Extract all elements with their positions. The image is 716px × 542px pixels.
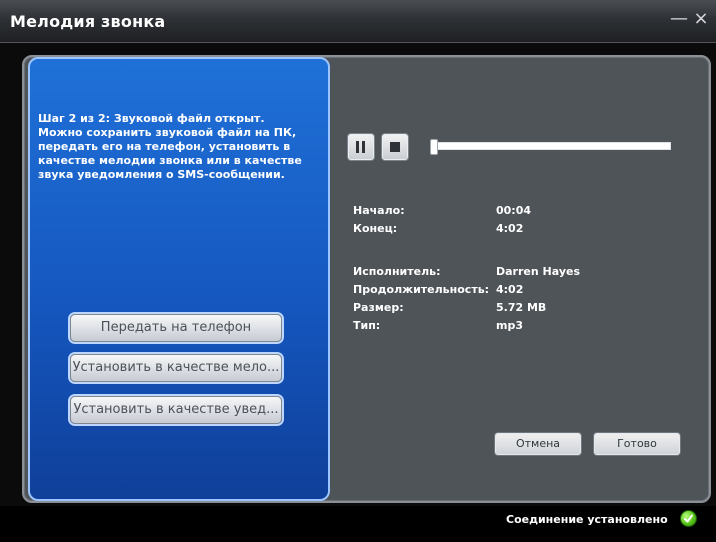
close-icon[interactable]: × [688,10,714,30]
player-controls [347,133,687,161]
size-value: 5.72 MB [496,301,547,314]
start-row: Начало: 00:04 [353,204,673,222]
cancel-button[interactable]: Отмена [494,432,582,456]
window-title: Мелодия звонка [10,12,166,31]
ringtone-window: Мелодия звонка — × Шаг 2 из 2: Звуковой … [0,0,716,542]
pause-button[interactable] [347,133,375,161]
stop-button[interactable] [381,133,409,161]
start-label: Начало: [353,204,405,217]
stop-icon [390,142,400,152]
done-button[interactable]: Готово [593,432,681,456]
playback-progress-bar[interactable] [430,139,671,155]
title-bar: Мелодия звонка — × [0,0,716,43]
end-value: 4:02 [496,222,524,235]
end-label: Конец: [353,222,398,235]
type-label: Тип: [353,319,381,332]
size-label: Размер: [353,301,404,314]
end-row: Конец: 4:02 [353,222,673,240]
send-to-phone-button[interactable]: Передать на телефон [70,314,282,342]
track-info: Начало: 00:04 Конец: 4:02 Исполнитель: D… [353,204,673,337]
progress-thumb[interactable] [430,139,438,155]
duration-row: Продолжительность: 4:02 [353,283,673,301]
step-instructions: Шаг 2 из 2: Звуковой файл открыт. Можно … [38,112,302,181]
check-icon [680,510,697,527]
artist-value: Darren Hayes [496,265,580,278]
set-as-notification-button[interactable]: Установить в качестве увед... [70,396,282,424]
set-as-ringtone-button[interactable]: Установить в качестве мело... [70,354,282,382]
start-value: 00:04 [496,204,532,217]
artist-label: Исполнитель: [353,265,441,278]
duration-value: 4:02 [496,283,524,296]
pause-icon [356,141,366,153]
type-row: Тип: mp3 [353,319,673,337]
artist-row: Исполнитель: Darren Hayes [353,265,673,283]
connection-status-text: Соединение установлено [506,513,668,526]
size-row: Размер: 5.72 MB [353,301,673,319]
type-value: mp3 [496,319,523,332]
duration-label: Продолжительность: [353,283,490,296]
check-icon-glyph [684,514,693,523]
